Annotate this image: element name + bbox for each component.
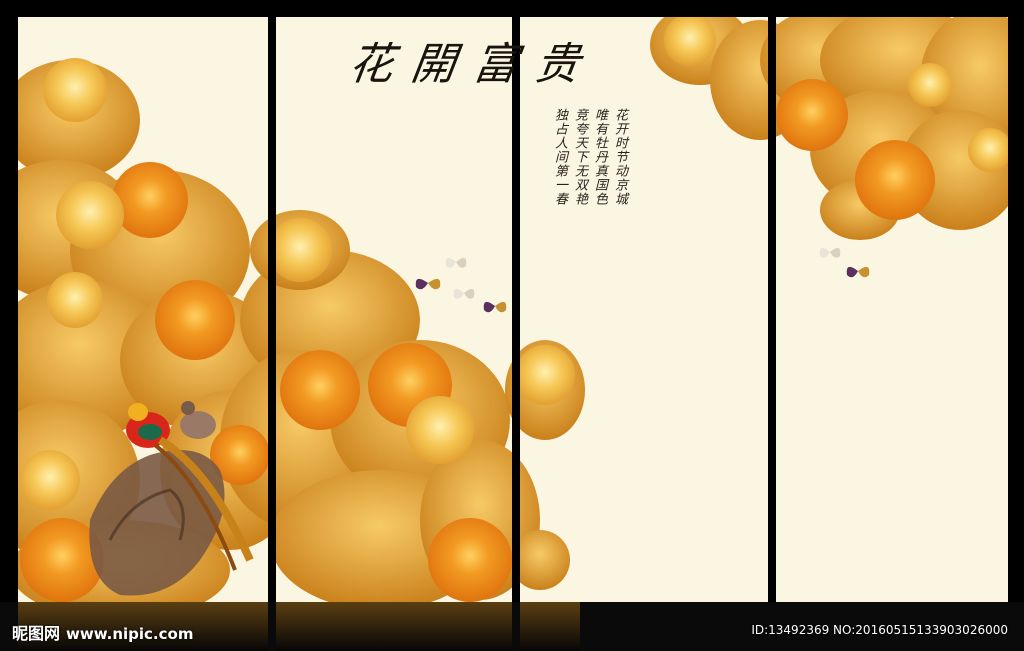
butterfly	[483, 301, 507, 313]
reflection	[520, 602, 580, 651]
reflection	[276, 602, 512, 651]
poem-line: 独占人间第一春	[552, 108, 567, 206]
site-watermark: 昵图网 www.nipic.com	[12, 620, 193, 644]
watermark-logo: 昵图网	[12, 624, 61, 643]
poem-line: 花开时节动京城	[612, 108, 627, 206]
poem-line: 竞夸天下无双艳	[572, 108, 587, 206]
butterfly	[819, 247, 841, 258]
butterfly	[445, 257, 467, 268]
butterfly	[453, 288, 475, 299]
butterfly	[415, 278, 441, 290]
butterflies	[415, 247, 870, 313]
butterfly	[846, 266, 870, 278]
photo-id-text: ID:13492369 NO:20160515133903026000	[751, 623, 1008, 637]
peony-painting	[18, 17, 1008, 602]
watermark-url: www.nipic.com	[66, 625, 194, 643]
calligraphy-title: 花開富贵	[345, 39, 601, 90]
mural-artwork: 花開富贵 花开时节动京城 唯有牡丹真国色 竞夸天下无双艳 独占人间第一春 昵图网…	[0, 0, 1024, 651]
poem-line: 唯有牡丹真国色	[592, 108, 607, 206]
